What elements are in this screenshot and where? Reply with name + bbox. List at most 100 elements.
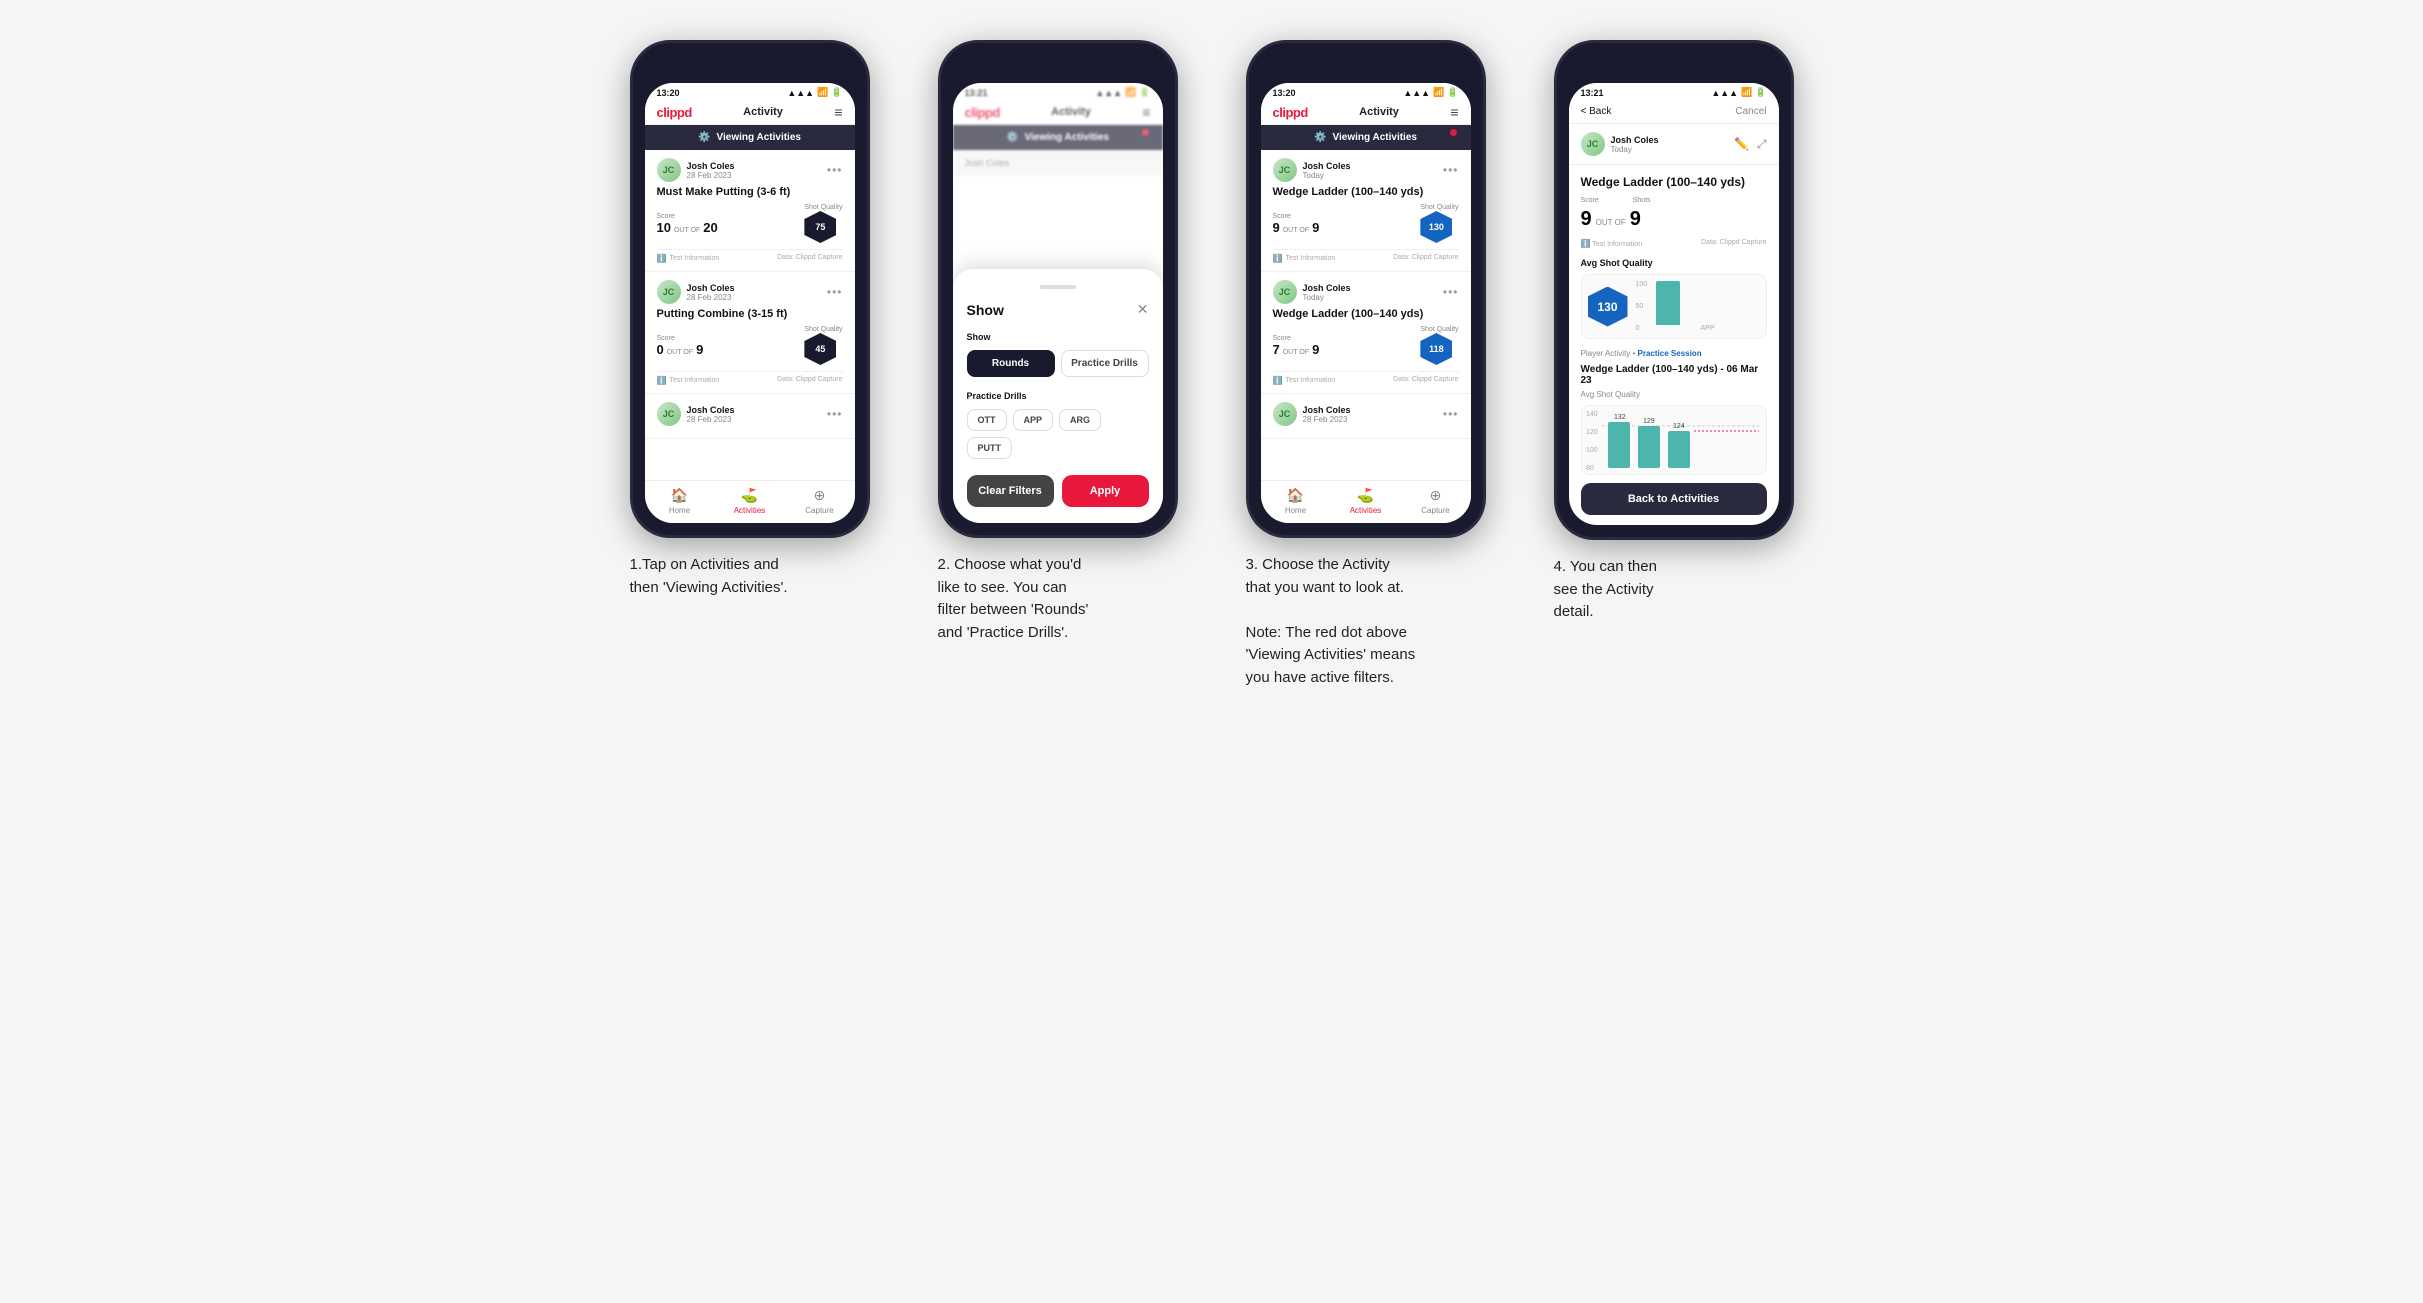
battery-icon-2: 🔋 — [1139, 87, 1150, 98]
drill-row: OTT APP ARG PUTT — [967, 409, 1149, 459]
phone-frame-3: 13:20 ▲▲▲ 📶 🔋 clippd Activity ≡ ⚙️ Viewi… — [1246, 40, 1486, 538]
quality-chart-container: 130 100 50 0 APP — [1581, 274, 1767, 339]
clear-filters-btn[interactable]: Clear Filters — [967, 475, 1054, 507]
more-options-1-3[interactable]: ••• — [827, 407, 843, 421]
activity-card-1-3[interactable]: JC Josh Coles 28 Feb 2023 ••• — [645, 394, 855, 439]
wifi-icon: 📶 — [817, 87, 828, 98]
blurred-card-2: Josh Coles — [953, 150, 1163, 176]
activity-title-3-1: Wedge Ladder (100–140 yds) — [1273, 186, 1459, 198]
shots-val-1-2: 9 — [696, 342, 703, 357]
test-info-1-1: ℹ️ Test Information — [657, 254, 720, 263]
drill-arg[interactable]: ARG — [1059, 409, 1101, 431]
modal-header: Show ✕ — [967, 301, 1149, 318]
phone-col-1: 13:20 ▲▲▲ 📶 🔋 clippd Activity ≡ ⚙️ V — [610, 40, 890, 599]
avatar-1-3: JC — [657, 402, 681, 426]
more-options-1-2[interactable]: ••• — [827, 285, 843, 299]
drill-putt[interactable]: PUTT — [967, 437, 1013, 459]
apply-btn[interactable]: Apply — [1062, 475, 1149, 507]
expand-icon-4[interactable]: ⤢ — [1757, 137, 1767, 152]
quality-hex-4: 130 — [1588, 287, 1628, 327]
avatar-name-1-2: JC Josh Coles 28 Feb 2023 — [657, 280, 735, 304]
avatar-img-1-1: JC — [657, 158, 681, 182]
status-icons-2: ▲▲▲ 📶 🔋 — [1095, 87, 1150, 98]
nav-capture-3[interactable]: ⊕ Capture — [1401, 487, 1471, 515]
filter-banner-3[interactable]: ⚙️ Viewing Activities — [1261, 125, 1471, 150]
stats-row-3-2: Score 7 OUT OF 9 Shot Quality 118 — [1273, 326, 1459, 365]
phone-frame-1: 13:20 ▲▲▲ 📶 🔋 clippd Activity ≡ ⚙️ V — [630, 40, 870, 538]
detail-content-4: Wedge Ladder (100–140 yds) Score Shots 9… — [1569, 165, 1779, 525]
activity-card-1-2[interactable]: JC Josh Coles 28 Feb 2023 ••• Putting Co… — [645, 272, 855, 394]
activity-title-1-2: Putting Combine (3-15 ft) — [657, 308, 843, 320]
score-val-3-2: 7 — [1273, 342, 1280, 357]
quality-label-4: Avg Shot Quality — [1581, 258, 1767, 268]
activity-card-3-2[interactable]: JC Josh Coles Today ••• Wedge Ladder (10… — [1261, 272, 1471, 394]
drill-ott[interactable]: OTT — [967, 409, 1007, 431]
status-bar-4: 13:21 ▲▲▲ 📶 🔋 — [1569, 83, 1779, 100]
user-date-1-2: 28 Feb 2023 — [687, 293, 735, 302]
app-title-1: Activity — [743, 106, 783, 118]
phone-notch-2 — [1013, 55, 1103, 77]
activity-card-3-3[interactable]: JC Josh Coles 28 Feb 2023 ••• — [1261, 394, 1471, 439]
stats-row-3-1: Score 9 OUT OF 9 Shot Quality 130 — [1273, 204, 1459, 243]
nav-activities-1[interactable]: ⛳ Activities — [715, 487, 785, 515]
avatar-3-3: JC — [1273, 402, 1297, 426]
shots-big-4: 9 — [1630, 208, 1641, 231]
cancel-btn-4[interactable]: Cancel — [1735, 106, 1766, 117]
card-footer-3-1: ℹ️ Test Information Data: Clippd Capture — [1273, 249, 1459, 263]
card-header-3-2: JC Josh Coles Today ••• — [1273, 280, 1459, 304]
menu-icon-3[interactable]: ≡ — [1450, 104, 1458, 120]
red-dot-2 — [1142, 129, 1149, 136]
user-name-1-1: Josh Coles — [687, 161, 735, 171]
score-stat-3-1: Score 9 OUT OF 9 — [1273, 213, 1320, 235]
modal-close-btn[interactable]: ✕ — [1137, 301, 1149, 318]
back-btn-4[interactable]: < Back — [1581, 106, 1612, 117]
activity-card-3-1[interactable]: JC Josh Coles Today ••• Wedge Ladder (10… — [1261, 150, 1471, 272]
caption-3: 3. Choose the Activity that you want to … — [1246, 554, 1486, 689]
filter-banner-1[interactable]: ⚙️ Viewing Activities — [645, 125, 855, 150]
bottom-nav-1: 🏠 Home ⛳ Activities ⊕ Capture — [645, 480, 855, 523]
nav-home-3[interactable]: 🏠 Home — [1261, 487, 1331, 515]
user-name-3-1: Josh Coles — [1303, 161, 1351, 171]
x-axis-label-4: APP — [1656, 325, 1760, 332]
score-label-row: Score Shots — [1581, 197, 1767, 204]
toggle-row: Rounds Practice Drills — [967, 350, 1149, 377]
nav-activities-3[interactable]: ⛳ Activities — [1331, 487, 1401, 515]
show-section-label: Show — [967, 332, 1149, 342]
avatar-3-2: JC — [1273, 280, 1297, 304]
chart-area: 100 50 0 APP — [1636, 281, 1760, 332]
name-date-3-2: Josh Coles Today — [1303, 283, 1351, 302]
modal-title: Show — [967, 302, 1004, 318]
svg-text:132: 132 — [1614, 414, 1626, 421]
more-options-3-2[interactable]: ••• — [1443, 285, 1459, 299]
edit-icon-4[interactable]: ✏️ — [1734, 137, 1749, 152]
shots-val-3-1: 9 — [1312, 220, 1319, 235]
name-date-1-1: Josh Coles 28 Feb 2023 — [687, 161, 735, 180]
phone-col-2: 13:21 ▲▲▲ 📶 🔋 clippd Activity ≡ ⚙️ — [918, 40, 1198, 644]
nav-home-1[interactable]: 🏠 Home — [645, 487, 715, 515]
card-footer-1-2: ℹ️ Test Information Data: Clippd Capture — [657, 371, 843, 385]
drill-app[interactable]: APP — [1013, 409, 1054, 431]
signal-icon: ▲▲▲ — [787, 88, 814, 98]
back-to-activities-btn[interactable]: Back to Activities — [1581, 483, 1767, 515]
time-2: 13:21 — [965, 88, 988, 98]
quality-badge-1-1: 75 — [804, 211, 836, 243]
menu-icon-1[interactable]: ≡ — [834, 104, 842, 120]
rounds-toggle[interactable]: Rounds — [967, 350, 1055, 377]
practice-drills-toggle[interactable]: Practice Drills — [1061, 350, 1149, 377]
status-bar-2: 13:21 ▲▲▲ 📶 🔋 — [953, 83, 1163, 100]
more-options-3-1[interactable]: ••• — [1443, 163, 1459, 177]
activity-title-3-2: Wedge Ladder (100–140 yds) — [1273, 308, 1459, 320]
avatar-1-2: JC — [657, 280, 681, 304]
status-icons-3: ▲▲▲ 📶 🔋 — [1403, 87, 1458, 98]
svg-text:80: 80 — [1586, 465, 1594, 472]
filter-modal: Show ✕ Show Rounds Practice Drills Pract… — [953, 269, 1163, 523]
menu-icon-2: ≡ — [1142, 104, 1150, 120]
card-header-3-1: JC Josh Coles Today ••• — [1273, 158, 1459, 182]
quality-section-4: Avg Shot Quality 130 100 50 0 — [1581, 258, 1767, 339]
more-options-1-1[interactable]: ••• — [827, 163, 843, 177]
nav-capture-1[interactable]: ⊕ Capture — [785, 487, 855, 515]
stats-row-1-2: Score 0 OUT OF 9 Shot Quality 45 — [657, 326, 843, 365]
activity-card-1-1[interactable]: JC Josh Coles 28 Feb 2023 ••• Must Make … — [645, 150, 855, 272]
user-date-1-1: 28 Feb 2023 — [687, 171, 735, 180]
filter-text-2: Viewing Activities — [1024, 132, 1108, 143]
